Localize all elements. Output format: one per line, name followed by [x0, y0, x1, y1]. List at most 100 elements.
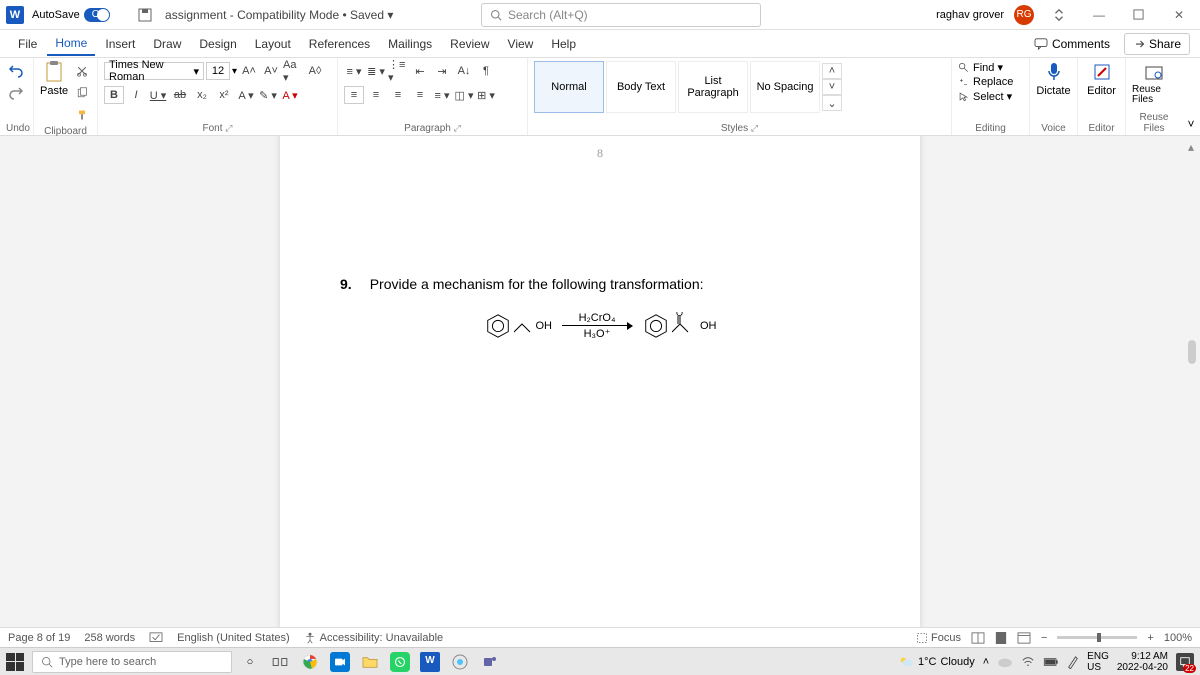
justify-button[interactable]: ≡ [410, 85, 430, 105]
highlight-button[interactable]: ✎ ▾ [258, 85, 278, 105]
decrease-font-button[interactable]: A˅ [261, 61, 281, 81]
ink-icon[interactable] [1067, 655, 1079, 669]
language-indicator[interactable]: English (United States) [177, 632, 290, 644]
format-painter-button[interactable] [72, 105, 92, 125]
user-avatar[interactable]: RG [1014, 5, 1034, 25]
file-explorer-icon[interactable] [360, 652, 380, 672]
decrease-indent-button[interactable]: ⇤ [410, 61, 430, 81]
teams-icon[interactable] [480, 652, 500, 672]
zoom-slider[interactable] [1057, 636, 1137, 639]
cortana-icon[interactable]: ○ [240, 652, 260, 672]
word-count[interactable]: 258 words [84, 632, 135, 644]
superscript-button[interactable]: x² [214, 85, 234, 105]
editor-button[interactable]: Editor [1084, 61, 1119, 97]
styles-scroll-up[interactable]: ˄ [822, 63, 842, 79]
styles-launcher-icon[interactable]: ⤢ [751, 123, 758, 133]
keyboard-lang-2[interactable]: US [1087, 662, 1109, 673]
zoom-level[interactable]: 100% [1164, 632, 1192, 644]
word-taskbar-icon[interactable]: W [420, 652, 440, 672]
show-marks-button[interactable]: ¶ [476, 61, 496, 81]
chrome-icon[interactable] [300, 652, 320, 672]
style-body-text[interactable]: Body Text [606, 61, 676, 113]
dictate-button[interactable]: Dictate [1036, 61, 1071, 97]
wifi-icon[interactable] [1021, 656, 1035, 668]
ribbon-display-icon[interactable] [1044, 1, 1074, 29]
autosave-toggle[interactable]: AutoSave On [32, 8, 127, 22]
bold-button[interactable]: B [104, 86, 124, 104]
multilevel-button[interactable]: ⋮≡ ▾ [388, 61, 408, 81]
clock[interactable]: 9:12 AM 2022-04-20 [1117, 651, 1168, 673]
zoom-in-button[interactable]: + [1147, 632, 1153, 644]
read-mode-button[interactable] [971, 632, 985, 644]
tray-chevron-icon[interactable]: ˄ [983, 656, 989, 668]
menu-home[interactable]: Home [47, 32, 95, 56]
save-icon[interactable] [137, 7, 153, 23]
paste-button[interactable]: Paste [40, 61, 68, 97]
font-color-button[interactable]: A ▾ [280, 85, 300, 105]
search-input[interactable]: Search (Alt+Q) [481, 3, 761, 27]
copy-button[interactable] [72, 83, 92, 103]
subscript-button[interactable]: x₂ [192, 85, 212, 105]
keyboard-lang-1[interactable]: ENG [1087, 651, 1109, 662]
text-effects-button[interactable]: A ▾ [236, 85, 256, 105]
borders-button[interactable]: ⊞ ▾ [476, 85, 496, 105]
align-left-button[interactable]: ≡ [344, 86, 364, 104]
styles-more[interactable]: ⌄ [822, 95, 842, 111]
font-launcher-icon[interactable]: ⤢ [225, 123, 232, 133]
document-area[interactable]: 8 9. Provide a mechanism for the followi… [0, 136, 1200, 627]
scrollbar[interactable]: ▴ [1184, 140, 1198, 152]
strike-button[interactable]: ab [170, 85, 190, 105]
task-view-icon[interactable] [270, 652, 290, 672]
reuse-files-button[interactable]: Reuse Files [1132, 61, 1176, 105]
menu-references[interactable]: References [301, 33, 378, 55]
align-center-button[interactable]: ≡ [366, 85, 386, 105]
font-size-select[interactable]: 12 [206, 62, 230, 80]
styles-scroll-down[interactable]: ˅ [822, 79, 842, 95]
spellcheck-icon[interactable] [149, 632, 163, 644]
replace-button[interactable]: Replace [958, 76, 1013, 88]
style-normal[interactable]: Normal [534, 61, 604, 113]
accessibility-indicator[interactable]: Accessibility: Unavailable [304, 632, 444, 644]
menu-insert[interactable]: Insert [97, 33, 143, 55]
collapse-ribbon-button[interactable]: ˅ [1182, 58, 1200, 135]
undo-button[interactable] [6, 61, 26, 81]
menu-review[interactable]: Review [442, 33, 497, 55]
select-button[interactable]: Select ▾ [958, 90, 1013, 103]
align-right-button[interactable]: ≡ [388, 85, 408, 105]
document-title[interactable]: assignment - Compatibility Mode • Saved … [165, 8, 393, 22]
comments-button[interactable]: Comments [1026, 33, 1118, 55]
cut-button[interactable] [72, 61, 92, 81]
find-button[interactable]: Find ▾ [958, 61, 1013, 74]
scroll-thumb[interactable] [1188, 340, 1196, 364]
shading-button[interactable]: ◫ ▾ [454, 85, 474, 105]
battery-icon[interactable] [1043, 657, 1059, 667]
menu-draw[interactable]: Draw [145, 33, 189, 55]
menu-mailings[interactable]: Mailings [380, 33, 440, 55]
focus-button[interactable]: Focus [916, 632, 961, 644]
taskbar-search[interactable]: Type here to search [32, 651, 232, 673]
paragraph-launcher-icon[interactable]: ⤢ [454, 123, 461, 133]
font-name-select[interactable]: Times New Roman▾ [104, 62, 204, 80]
menu-help[interactable]: Help [543, 33, 584, 55]
document-page[interactable]: 8 9. Provide a mechanism for the followi… [280, 136, 920, 627]
line-spacing-button[interactable]: ≡ ▾ [432, 85, 452, 105]
increase-indent-button[interactable]: ⇥ [432, 61, 452, 81]
styles-gallery[interactable]: Normal Body Text List Paragraph No Spaci… [534, 61, 842, 113]
share-button[interactable]: Share [1124, 33, 1190, 55]
copilot-icon[interactable] [450, 652, 470, 672]
whatsapp-icon[interactable] [390, 652, 410, 672]
change-case-button[interactable]: Aa ▾ [283, 61, 303, 81]
italic-button[interactable]: I [126, 85, 146, 105]
notifications-button[interactable]: 22 [1176, 653, 1194, 671]
style-list-paragraph[interactable]: List Paragraph [678, 61, 748, 113]
maximize-button[interactable] [1124, 1, 1154, 29]
scroll-up-icon[interactable]: ▴ [1184, 140, 1198, 152]
close-button[interactable]: ✕ [1164, 1, 1194, 29]
weather-widget[interactable]: 1°C Cloudy [898, 655, 975, 669]
web-layout-button[interactable] [1017, 632, 1031, 644]
minimize-button[interactable]: — [1084, 1, 1114, 29]
menu-design[interactable]: Design [191, 33, 244, 55]
menu-view[interactable]: View [500, 33, 542, 55]
redo-button[interactable] [6, 83, 26, 103]
menu-file[interactable]: File [10, 33, 45, 55]
